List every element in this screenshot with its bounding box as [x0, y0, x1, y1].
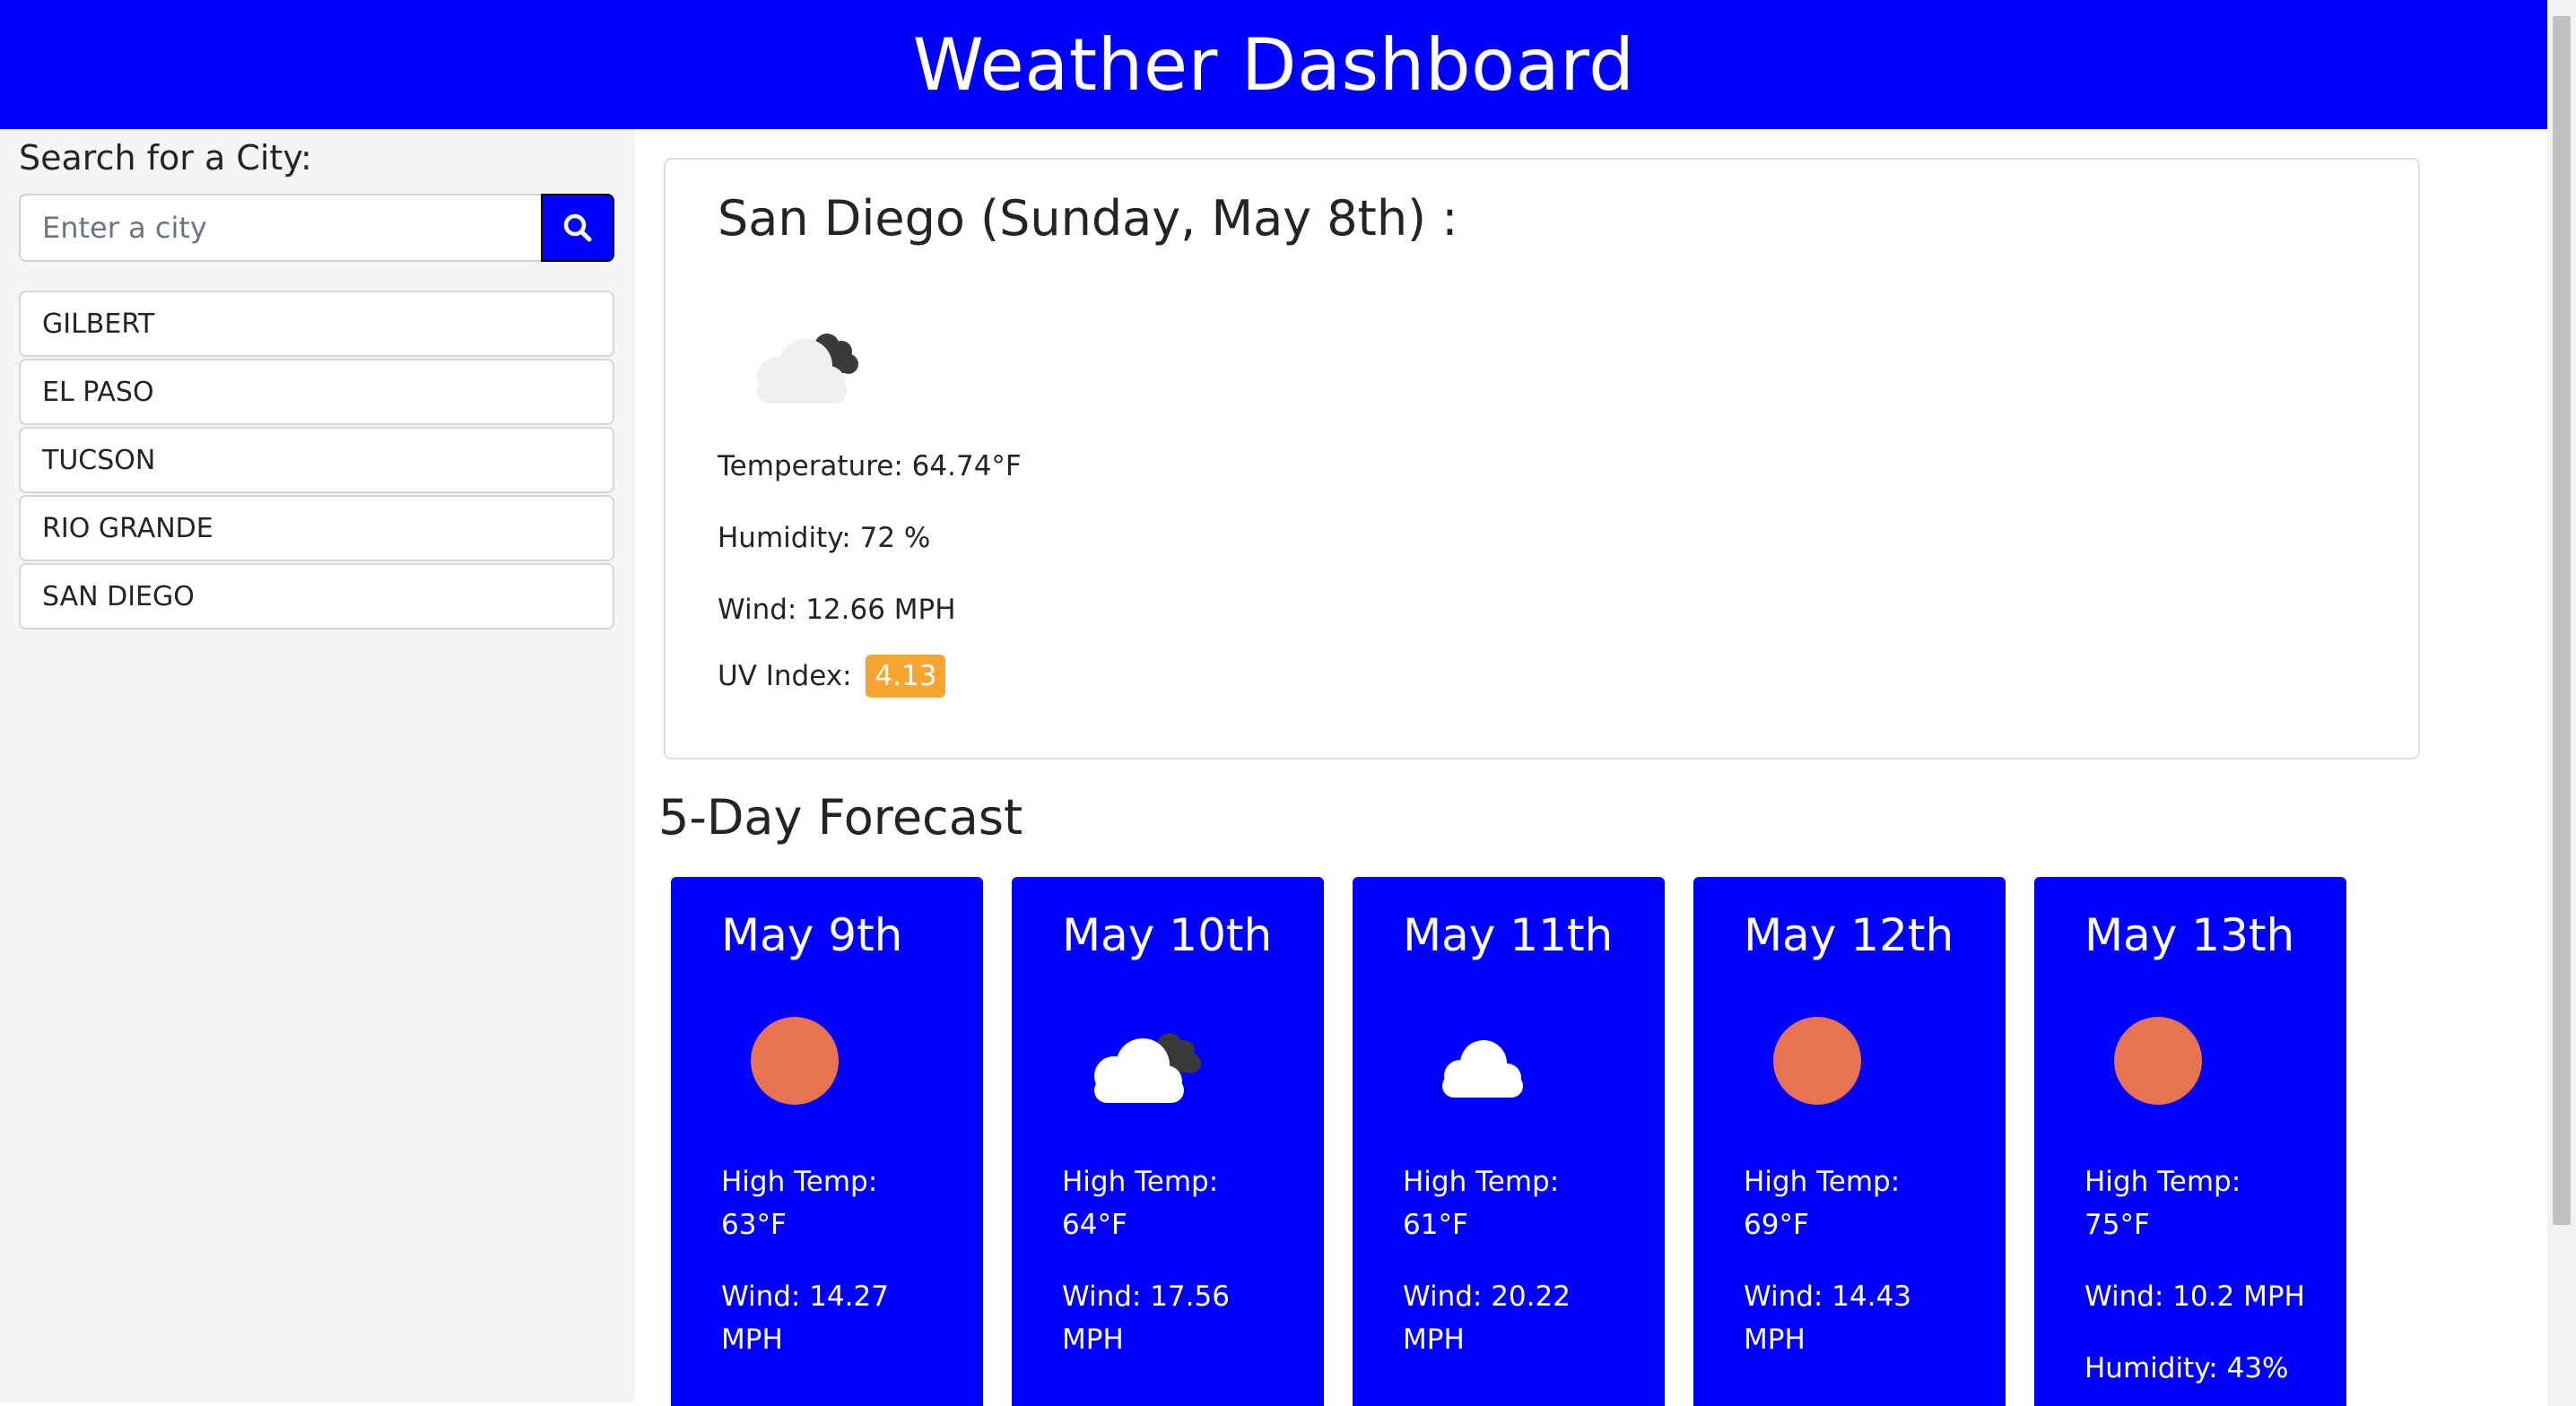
forecast-temp: 63°F	[721, 1209, 787, 1241]
forecast-card: May 9th High Temp: 63°F Wind: 14.27 MPH	[671, 877, 983, 1406]
forecast-temp-label: High Temp:	[1403, 1166, 1560, 1198]
search-bar	[19, 194, 614, 262]
search-icon	[563, 213, 592, 242]
forecast-wind-unit: MPH	[1403, 1324, 1465, 1356]
forecast-temp-label: High Temp:	[1062, 1166, 1219, 1198]
scrollbar-thumb[interactable]	[2553, 16, 2571, 1225]
broken-clouds-icon	[757, 334, 858, 404]
forecast-heading: 5-Day Forecast	[658, 789, 1023, 846]
forecast-wind-unit: MPH	[721, 1324, 783, 1356]
forecast-temp: 75°F	[2084, 1209, 2150, 1241]
forecast-temp: 69°F	[1744, 1209, 1809, 1241]
sun-icon	[751, 1017, 839, 1105]
forecast-wind-unit: MPH	[1062, 1324, 1124, 1356]
forecast-date: May 9th	[721, 909, 903, 961]
current-humidity: Humidity: 72 %	[718, 522, 931, 554]
uv-label: UV Index:	[718, 660, 852, 692]
uv-index-badge: 4.13	[866, 655, 946, 698]
broken-clouds-icon	[1094, 1033, 1201, 1103]
cloud-icon	[1442, 1040, 1523, 1098]
history-city-tucson[interactable]: TUCSON	[19, 427, 614, 493]
forecast-date: May 13th	[2084, 909, 2295, 961]
forecast-wind: Wind: 14.43	[1744, 1280, 1911, 1313]
forecast-card: May 12th High Temp: 69°F Wind: 14.43 MPH	[1693, 877, 2006, 1406]
forecast-temp-label: High Temp:	[2084, 1166, 2241, 1198]
forecast-wind-unit: MPH	[1744, 1324, 1806, 1356]
forecast-date: May 12th	[1744, 909, 1954, 961]
sidebar: Search for a City: GILBERT EL PASO TUCSO…	[0, 129, 635, 1402]
forecast-temp-label: High Temp:	[1744, 1166, 1901, 1198]
forecast-card: May 11th High Temp: 61°F Wind: 20.22 MPH	[1353, 877, 1665, 1406]
history-city-san-diego[interactable]: SAN DIEGO	[19, 563, 614, 629]
current-weather-card: San Diego (Sunday, May 8th) : Temperatur…	[664, 158, 2420, 759]
search-history-list: GILBERT EL PASO TUCSON RIO GRANDE SAN DI…	[19, 291, 614, 631]
forecast-temp: 61°F	[1403, 1209, 1468, 1241]
forecast-card: May 13th High Temp: 75°F Wind: 10.2 MPH …	[2034, 877, 2346, 1406]
forecast-wind: Wind: 20.22	[1403, 1280, 1571, 1313]
current-wind: Wind: 12.66 MPH	[718, 594, 956, 626]
forecast-temp-label: High Temp:	[721, 1166, 878, 1198]
history-city-rio-grande[interactable]: RIO GRANDE	[19, 495, 614, 561]
forecast-humidity: Humidity: 43%	[2084, 1352, 2289, 1384]
forecast-temp: 64°F	[1062, 1209, 1127, 1241]
search-label: Search for a City:	[19, 138, 312, 178]
forecast-date: May 10th	[1062, 909, 1273, 961]
current-temperature: Temperature: 64.74°F	[718, 450, 1022, 482]
forecast-wind: Wind: 10.2 MPH	[2084, 1280, 2305, 1313]
forecast-wind: Wind: 14.27	[721, 1280, 889, 1313]
forecast-date: May 11th	[1403, 909, 1614, 961]
forecast-wind: Wind: 17.56	[1062, 1280, 1230, 1313]
page-title: Weather Dashboard	[912, 22, 1635, 107]
current-uv-row: UV Index: 4.13	[718, 655, 946, 698]
app-root: Weather Dashboard Search for a City: GIL…	[0, 0, 2576, 1406]
current-city-title: San Diego (Sunday, May 8th) :	[718, 190, 1458, 247]
app-header: Weather Dashboard	[0, 0, 2547, 129]
history-city-el-paso[interactable]: EL PASO	[19, 359, 614, 425]
history-city-gilbert[interactable]: GILBERT	[19, 291, 614, 357]
sun-icon	[2114, 1017, 2202, 1105]
sun-icon	[1773, 1017, 1861, 1105]
city-search-input[interactable]	[19, 194, 541, 262]
search-button[interactable]	[541, 194, 614, 262]
forecast-card: May 10th High Temp: 64°F Wind: 17.56 MPH	[1012, 877, 1324, 1406]
